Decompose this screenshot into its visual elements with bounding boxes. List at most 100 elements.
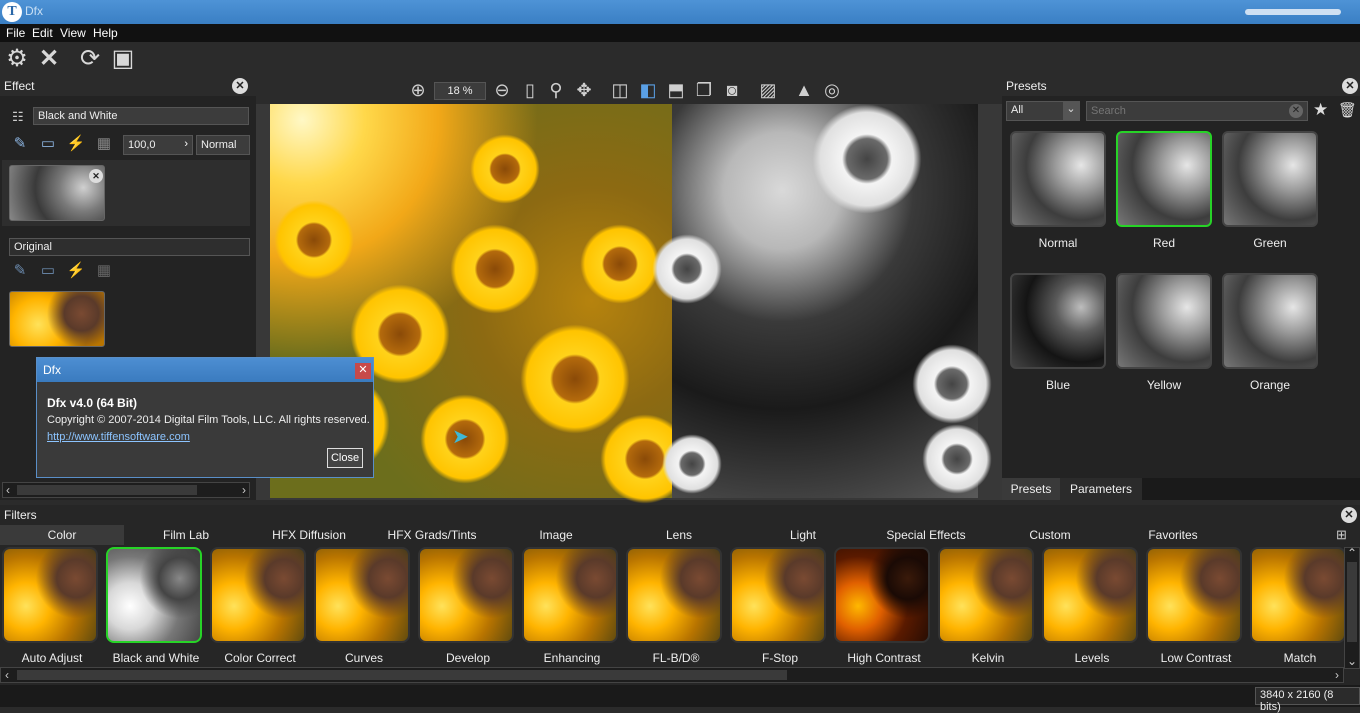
- clear-search-icon[interactable]: ✕: [1289, 104, 1303, 118]
- tab-color[interactable]: Color: [0, 525, 124, 545]
- scroll-up-icon[interactable]: ⌃: [1347, 546, 1357, 560]
- chevron-down-icon[interactable]: ⌄: [1063, 102, 1079, 120]
- filter-label: Low Contrast: [1160, 651, 1232, 665]
- filter-fl-bd[interactable]: [626, 547, 722, 643]
- hscroll-thumb[interactable]: [17, 670, 787, 680]
- preset-red[interactable]: [1116, 131, 1212, 227]
- window-controls[interactable]: [1245, 9, 1341, 15]
- tab-special-effects[interactable]: Special Effects: [864, 525, 988, 545]
- filter-match[interactable]: [1250, 547, 1346, 643]
- filter-levels[interactable]: [1042, 547, 1138, 643]
- menu-file[interactable]: File: [6, 26, 25, 40]
- tab-film-lab[interactable]: Film Lab: [124, 525, 248, 545]
- loupe-icon[interactable]: ◎: [820, 78, 844, 102]
- filters-close-icon[interactable]: ✕: [1341, 507, 1357, 523]
- close-icon[interactable]: ✕: [36, 46, 62, 72]
- horizontal-split-icon[interactable]: ⬒: [664, 78, 688, 102]
- menu-edit[interactable]: Edit: [32, 26, 53, 40]
- tab-presets[interactable]: Presets: [1002, 478, 1060, 500]
- image-icon[interactable]: ▨: [756, 78, 780, 102]
- filter-curves[interactable]: [314, 547, 410, 643]
- monitor-icon[interactable]: ▭: [38, 135, 58, 153]
- grid-view-icon[interactable]: ⊞: [1336, 527, 1347, 543]
- scroll-down-icon[interactable]: ⌄: [1347, 654, 1357, 668]
- copy-icon[interactable]: ❐: [692, 78, 716, 102]
- filter-label: FL-B/D®: [652, 651, 700, 665]
- vscroll-thumb[interactable]: [1347, 562, 1357, 642]
- tab-hfx-diffusion[interactable]: HFX Diffusion: [247, 525, 371, 545]
- dialog-close-icon[interactable]: ✕: [355, 363, 371, 379]
- scroll-thumb[interactable]: [17, 485, 197, 495]
- fit-icon[interactable]: ▣: [110, 46, 136, 72]
- tab-hfx-grads[interactable]: HFX Grads/Tints: [370, 525, 494, 545]
- close-button[interactable]: Close: [327, 448, 363, 468]
- filter-black-and-white[interactable]: [106, 547, 202, 643]
- tab-custom[interactable]: Custom: [988, 525, 1112, 545]
- histogram-icon[interactable]: ▲: [792, 78, 816, 102]
- preset-blue[interactable]: [1010, 273, 1106, 369]
- zoom-out-icon[interactable]: ⊖: [490, 78, 514, 102]
- effect-scrollbar[interactable]: ‹ ›: [2, 482, 250, 498]
- filter-label: Kelvin: [971, 651, 1005, 665]
- filter-kelvin[interactable]: [938, 547, 1034, 643]
- scroll-right-icon[interactable]: ›: [1335, 668, 1339, 682]
- scroll-left-icon[interactable]: ‹: [5, 668, 9, 682]
- menu-view[interactable]: View: [60, 26, 86, 40]
- filter-color-correct[interactable]: [210, 547, 306, 643]
- split-compare-icon[interactable]: ◧: [636, 78, 660, 102]
- remove-layer-icon[interactable]: ✕: [89, 169, 103, 183]
- opacity-field[interactable]: 100,0 ›: [123, 135, 193, 155]
- zoom-in-icon[interactable]: ⊕: [406, 78, 430, 102]
- filter-low-contrast[interactable]: [1146, 547, 1242, 643]
- refresh-icon[interactable]: ⟳: [77, 46, 103, 72]
- trash-icon[interactable]: 🗑: [1338, 101, 1357, 119]
- filter-f-stop[interactable]: [730, 547, 826, 643]
- menu-help[interactable]: Help: [93, 26, 118, 40]
- tab-parameters[interactable]: Parameters: [1060, 478, 1142, 500]
- preview-effect[interactable]: [652, 104, 992, 498]
- star-icon[interactable]: ★: [1313, 100, 1328, 120]
- opacity-arrow-icon[interactable]: ›: [184, 137, 188, 151]
- blend-mode-select[interactable]: Normal: [196, 135, 250, 155]
- tab-lens[interactable]: Lens: [617, 525, 741, 545]
- window-title: Dfx: [25, 4, 43, 18]
- effect-header: Effect: [0, 76, 256, 96]
- scroll-left-icon[interactable]: ‹: [6, 483, 10, 497]
- scroll-right-icon[interactable]: ›: [242, 483, 246, 497]
- filter-develop[interactable]: [418, 547, 514, 643]
- layers-icon[interactable]: ☷: [12, 110, 28, 124]
- category-value: All: [1011, 104, 1024, 116]
- edit-mask-icon[interactable]: ✎: [10, 135, 30, 153]
- filters-vscroll[interactable]: ⌃ ⌄: [1344, 546, 1360, 669]
- category-select[interactable]: All ⌄: [1006, 101, 1080, 121]
- tab-favorites[interactable]: Favorites: [1111, 525, 1235, 545]
- presets-close-icon[interactable]: ✕: [1342, 78, 1358, 94]
- sunflower: [450, 224, 540, 314]
- split-view-icon[interactable]: ◫: [608, 78, 632, 102]
- preset-normal[interactable]: [1010, 131, 1106, 227]
- effect-close-icon[interactable]: ✕: [232, 78, 248, 94]
- preset-green[interactable]: [1222, 131, 1318, 227]
- filter-enhancing[interactable]: [522, 547, 618, 643]
- preset-orange[interactable]: [1222, 273, 1318, 369]
- pan-icon[interactable]: ✥: [572, 78, 596, 102]
- frame-icon[interactable]: ▦: [94, 135, 114, 153]
- camera-icon[interactable]: ◙: [720, 78, 744, 102]
- tab-light[interactable]: Light: [741, 525, 865, 545]
- white-flower: [812, 104, 922, 214]
- filter-label: Develop: [445, 651, 491, 665]
- website-link[interactable]: http://www.tiffensoftware.com: [47, 431, 190, 443]
- fit-window-icon[interactable]: ▯: [518, 78, 542, 102]
- zoom-field[interactable]: 18 %: [434, 82, 486, 100]
- layer-name-field[interactable]: Black and White: [33, 107, 249, 125]
- tab-image[interactable]: Image: [494, 525, 618, 545]
- preset-yellow[interactable]: [1116, 273, 1212, 369]
- search-input[interactable]: [1086, 101, 1308, 121]
- original-thumbnail[interactable]: [9, 291, 105, 347]
- filter-high-contrast[interactable]: [834, 547, 930, 643]
- magnifier-icon[interactable]: ⚲: [544, 78, 568, 102]
- filters-hscroll[interactable]: ‹ ›: [0, 667, 1344, 683]
- gear-icon[interactable]: ⚙: [4, 46, 30, 72]
- filter-auto-adjust[interactable]: [2, 547, 98, 643]
- lightning-icon[interactable]: ⚡: [66, 135, 86, 153]
